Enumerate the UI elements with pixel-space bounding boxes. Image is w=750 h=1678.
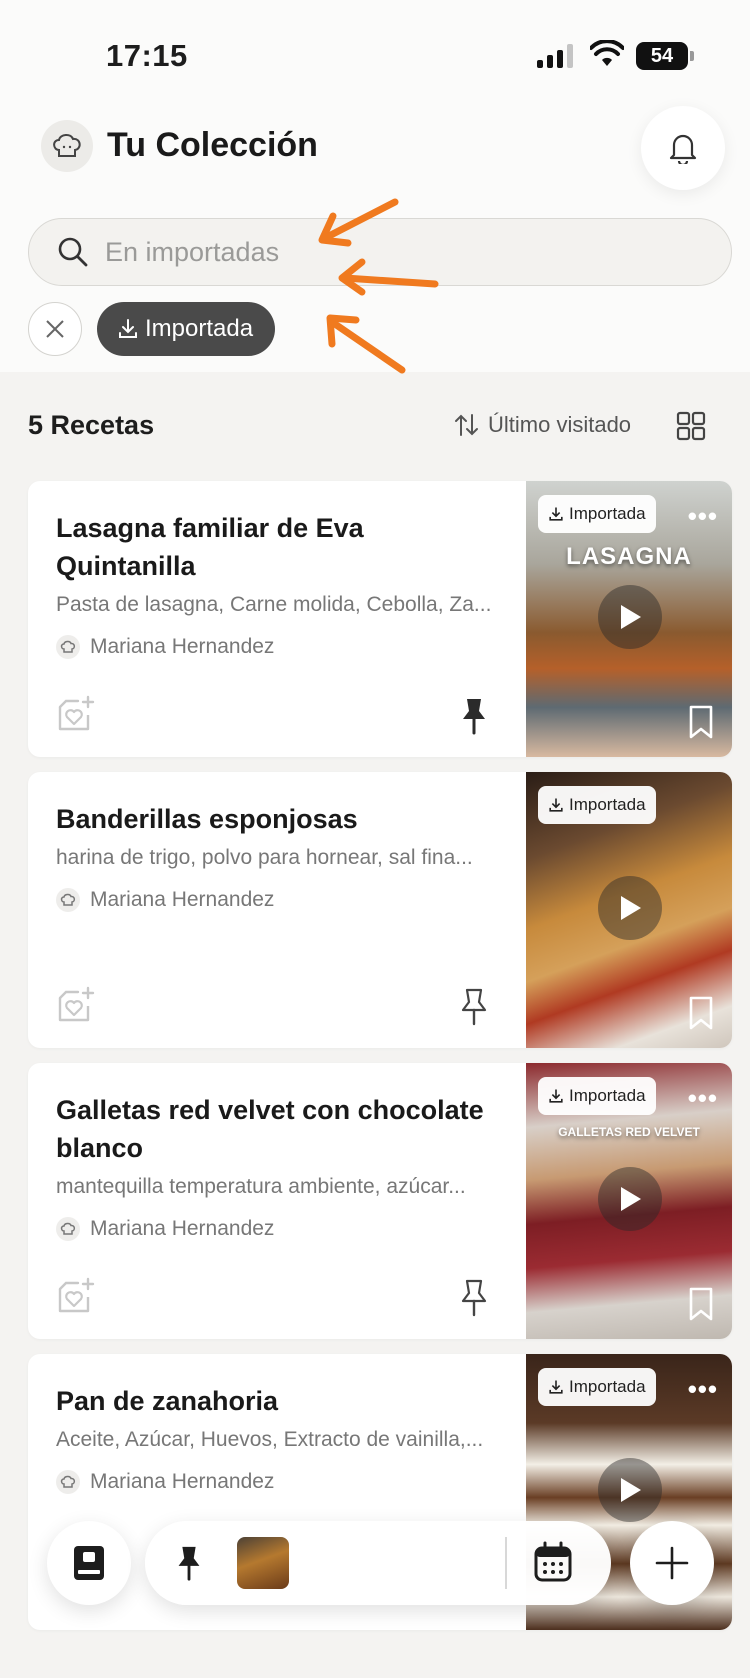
author-avatar-icon — [56, 1470, 80, 1494]
download-icon — [549, 1089, 563, 1103]
recipe-card[interactable]: Banderillas esponjosas harina de trigo, … — [28, 772, 732, 1048]
favorite-add-icon[interactable] — [56, 695, 96, 733]
recipe-thumbnail[interactable]: LASAGNA Importada ••• — [526, 481, 732, 757]
author-name: Mariana Hernandez — [90, 1470, 275, 1493]
recipe-title[interactable]: Lasagna familiar de Eva Quintanilla — [56, 509, 506, 585]
recipe-ingredients: Aceite, Azúcar, Huevos, Extracto de vain… — [56, 1428, 484, 1451]
calendar-icon[interactable] — [533, 1541, 573, 1583]
wifi-icon — [590, 40, 624, 66]
plus-icon — [655, 1546, 689, 1580]
recipe-author: Mariana Hernandez — [56, 888, 274, 912]
sort-arrows-icon — [455, 414, 478, 436]
thumbnail-caption: LASAGNA — [566, 543, 692, 570]
add-recipe-button[interactable] — [630, 1521, 714, 1605]
search-field[interactable]: En importadas — [28, 218, 732, 286]
imported-badge-label: Importada — [569, 1086, 646, 1105]
play-icon[interactable] — [598, 1458, 662, 1522]
imported-badge: Importada — [538, 495, 656, 533]
recipe-author: Mariana Hernandez — [56, 1217, 274, 1241]
recipe-title[interactable]: Galletas red velvet con chocolate blanco — [56, 1091, 506, 1167]
more-options-icon[interactable]: ••• — [688, 1083, 718, 1114]
recipe-ingredients: harina de trigo, polvo para hornear, sal… — [56, 846, 473, 869]
bell-icon — [669, 134, 697, 164]
download-icon — [119, 319, 137, 338]
more-options-icon[interactable]: ••• — [688, 1374, 718, 1405]
recipe-author: Mariana Hernandez — [56, 1470, 274, 1494]
author-avatar-icon — [56, 1217, 80, 1241]
recipe-ingredients: Pasta de lasagna, Carne molida, Cebolla,… — [56, 593, 492, 616]
status-time: 17:15 — [106, 38, 188, 73]
nav-pinned-recipe-thumbnail[interactable] — [237, 1537, 289, 1589]
recipe-title[interactable]: Banderillas esponjosas — [56, 800, 506, 838]
favorite-add-icon[interactable] — [56, 1277, 96, 1315]
recipe-card[interactable]: Galletas red velvet con chocolate blanco… — [28, 1063, 732, 1339]
page-title: Tu Colección — [107, 126, 318, 164]
download-icon — [549, 798, 563, 812]
search-icon — [58, 237, 88, 267]
author-name: Mariana Hernandez — [90, 635, 275, 658]
imported-badge: Importada — [538, 1077, 656, 1115]
author-avatar-icon — [56, 635, 80, 659]
imported-badge-label: Importada — [569, 795, 646, 814]
download-icon — [549, 507, 563, 521]
recipe-ingredients: mantequilla temperatura ambiente, azúcar… — [56, 1175, 466, 1198]
imported-badge-label: Importada — [569, 504, 646, 523]
search-placeholder[interactable]: En importadas — [105, 237, 279, 268]
recipe-card[interactable]: Lasagna familiar de Eva Quintanilla Past… — [28, 481, 732, 757]
author-name: Mariana Hernandez — [90, 888, 275, 911]
play-icon[interactable] — [598, 585, 662, 649]
bookmark-icon[interactable] — [688, 705, 714, 739]
bottom-nav-bar — [145, 1521, 611, 1605]
close-icon — [46, 320, 64, 338]
bookmark-icon[interactable] — [688, 1287, 714, 1321]
play-icon[interactable] — [598, 1167, 662, 1231]
nav-recipe-book-button[interactable] — [47, 1521, 131, 1605]
book-icon — [74, 1546, 104, 1580]
recipe-count: 5 Recetas — [28, 410, 155, 440]
imported-badge-label: Importada — [569, 1377, 646, 1396]
notifications-button[interactable] — [641, 106, 725, 190]
status-bar: 17:15 54 — [0, 0, 750, 110]
recipe-author: Mariana Hernandez — [56, 635, 274, 659]
header-area: 17:15 54 Tu Colección En importadas Impo… — [0, 0, 750, 372]
author-avatar-icon — [56, 888, 80, 912]
chef-hat-icon[interactable] — [41, 120, 93, 172]
play-icon[interactable] — [598, 876, 662, 940]
recipe-title[interactable]: Pan de zanahoria — [56, 1382, 506, 1420]
battery-tip — [690, 51, 694, 61]
nav-pin-icon[interactable] — [175, 1545, 203, 1581]
filter-chip-label: Importada — [145, 315, 254, 342]
sort-button[interactable]: Último visitado — [454, 412, 631, 438]
pin-outline-icon[interactable] — [460, 1279, 488, 1317]
grid-icon — [676, 411, 706, 441]
thumbnail-caption: GALLETAS RED VELVET — [558, 1125, 700, 1139]
imported-badge: Importada — [538, 1368, 656, 1406]
battery-icon: 54 — [636, 42, 688, 70]
sort-label: Último visitado — [488, 412, 632, 437]
recipe-thumbnail[interactable]: GALLETAS RED VELVET Importada ••• — [526, 1063, 732, 1339]
favorite-add-icon[interactable] — [56, 986, 96, 1024]
grid-view-button[interactable] — [676, 411, 706, 446]
pin-filled-icon[interactable] — [460, 697, 488, 735]
cellular-signal-icon — [537, 44, 573, 68]
author-name: Mariana Hernandez — [90, 1217, 275, 1240]
pin-outline-icon[interactable] — [460, 988, 488, 1026]
imported-badge: Importada — [538, 786, 656, 824]
more-options-icon[interactable]: ••• — [688, 501, 718, 532]
download-icon — [549, 1380, 563, 1394]
nav-divider — [505, 1537, 507, 1589]
recipe-thumbnail[interactable]: Importada — [526, 772, 732, 1048]
chef-hat-glyph — [53, 134, 81, 157]
clear-filter-button[interactable] — [28, 302, 82, 356]
bookmark-icon[interactable] — [688, 996, 714, 1030]
filter-chip-imported[interactable]: Importada — [97, 302, 276, 356]
